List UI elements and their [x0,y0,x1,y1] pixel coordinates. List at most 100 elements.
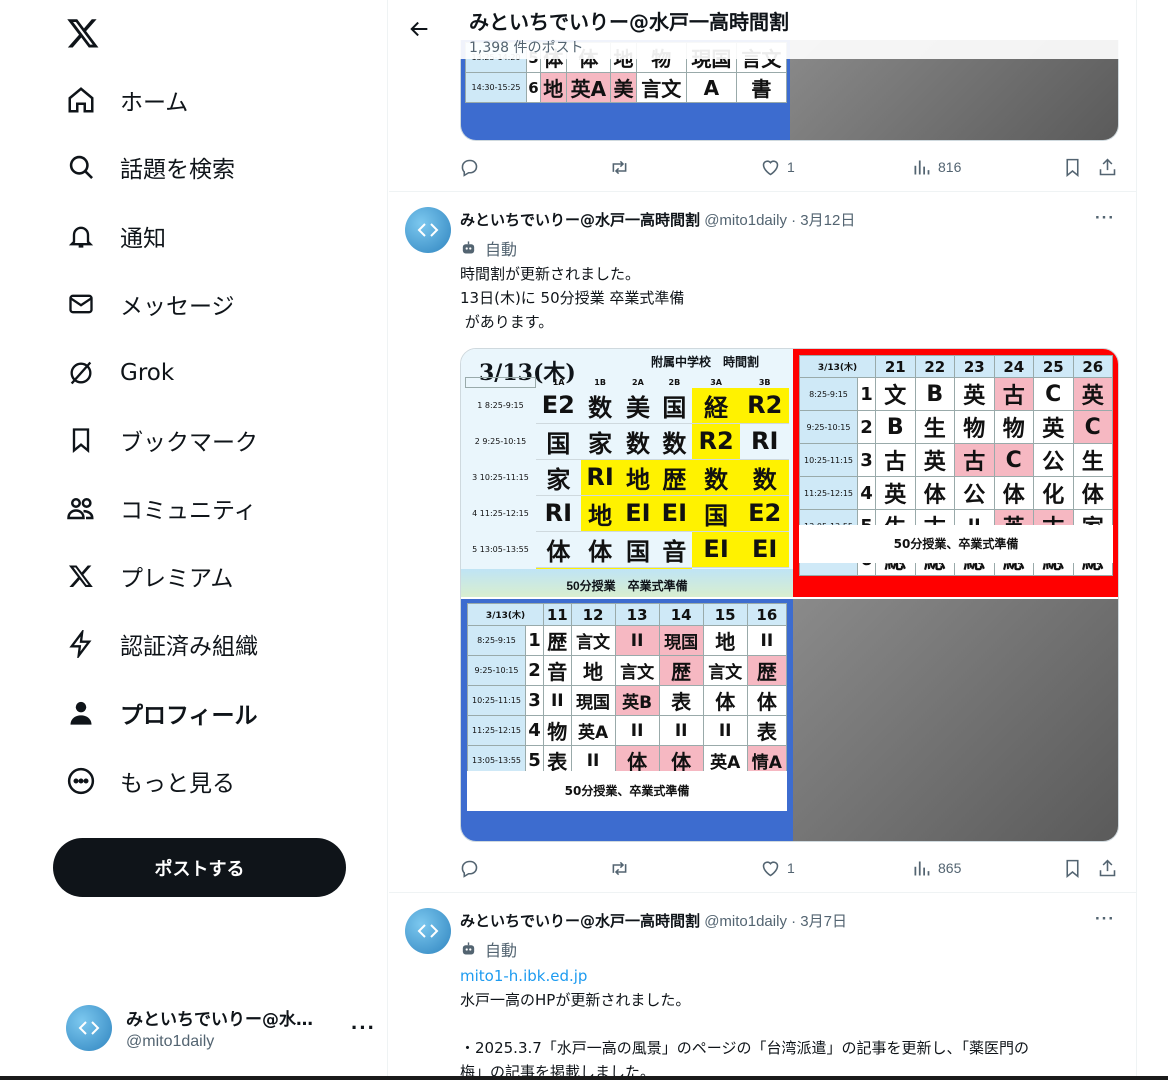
subject-cell: 英 [954,377,995,411]
share-icon [1099,158,1116,175]
table-header-row: 1A 1B 2A 2B 3A 3B [465,377,790,388]
table-header-row: 3/13(木) 11 12 13 14 15 16 [467,603,788,626]
subject-cell: 文 [875,377,916,411]
subject-cell: 古 [875,443,916,477]
time-cell: 11:25-12:15 [799,476,858,510]
bookmark-button[interactable] [1062,152,1083,182]
account-more-icon[interactable]: ··· [351,1015,376,1041]
tweet-date[interactable]: 3月12日 [800,212,855,229]
subject-cell: 歴 [543,625,572,656]
date-cell: 3/13(木) [799,355,876,378]
class-header: 16 [746,603,788,626]
subject-cell: 古 [993,377,1034,411]
back-arrow-icon[interactable] [405,14,435,44]
subject-cell: 体 [581,531,620,568]
analytics-icon [914,861,930,875]
x-logo-icon[interactable] [62,12,104,54]
nav-profile[interactable]: プロフィール [58,687,270,739]
bot-icon [462,240,475,253]
account-switcher[interactable]: みといちでいりー@水… @mito1daily ··· [56,996,376,1060]
repost-button[interactable] [609,853,630,883]
subject-cell: II [658,715,704,746]
subject-cell: E2 [740,495,789,532]
image-placeholder[interactable] [793,599,1118,841]
class-header: 13 [614,603,660,626]
time-cell: 3 10:25-11:15 [472,472,529,482]
reply-button[interactable] [459,152,480,182]
nav-label: メッセージ [120,294,235,320]
subject-cell: 英 [1033,410,1074,444]
bot-icon [462,941,475,954]
like-button[interactable]: 1 [760,152,795,182]
tweet-more-icon[interactable]: ··· [1095,208,1119,228]
subject-cell: EI [656,495,692,532]
nav-home[interactable]: ホーム [58,74,200,126]
image-heading: 附属中学校 時間割 [651,355,760,369]
period-cell: 2 [525,655,544,686]
views-button[interactable]: 865 [911,853,961,883]
subject-cell: 歴 [746,655,788,686]
nav-explore[interactable]: 話題を検索 [58,141,247,193]
subject-cell: 言文 [570,625,616,656]
search-icon [64,150,98,184]
subject-cell: RI [535,495,582,532]
post-button[interactable]: ポストする [53,838,346,897]
subject-cell: 歴 [656,459,692,496]
repost-button[interactable] [609,152,630,182]
time-cell: 8:25-9:15 [799,377,858,411]
views-button[interactable]: 816 [911,152,961,182]
subject-cell: 古 [954,443,995,477]
subject-cell: 英 [1072,377,1113,411]
header-cell [465,377,536,388]
automated-label: 自動 [460,937,517,961]
nav-notifications[interactable]: 通知 [58,210,178,262]
like-button[interactable]: 1 [760,853,795,883]
tweet-link[interactable]: mito1-h.ibk.ed.jp [460,964,1130,988]
tweet-actions: 1 865 [459,853,1121,883]
bookmark-icon [1066,859,1079,878]
time-cell: 14:30-15:25 [464,72,528,103]
tweet-handle[interactable]: @mito1daily [704,913,787,930]
heart-icon [762,159,779,175]
time-cell: 10:25-11:15 [799,443,858,477]
nav-verified-orgs[interactable]: 認証済み組織 [58,618,270,670]
tweet-more-icon[interactable]: ··· [1095,909,1119,929]
subject-cell: R2 [740,387,789,424]
share-button[interactable] [1097,152,1118,182]
tweet-handle[interactable]: @mito1daily [704,212,787,229]
subject-cell: II [543,685,572,716]
reply-button[interactable] [459,853,480,883]
tweet-display-name[interactable]: みといちでいりー@水戸一高時間割 [460,912,700,930]
x-logo-icon [64,559,98,593]
period-cell: 6 [526,72,541,103]
subject-cell: 地 [702,625,748,656]
subject-cell: 生 [914,410,955,444]
subject-cell: 公 [954,476,995,510]
subject-cell: 現国 [658,625,704,656]
share-button[interactable] [1097,853,1118,883]
nav-communities[interactable]: コミュニティ [58,482,269,534]
tweet-display-name[interactable]: みといちでいりー@水戸一高時間割 [460,211,700,229]
nav-bookmarks[interactable]: ブックマーク [58,414,270,466]
scrollbar[interactable] [1152,0,1168,1080]
subject-cell: 体 [914,476,955,510]
nav-messages[interactable]: メッセージ [58,278,247,330]
timetable-image[interactable]: 3/13(木) 11 12 13 14 15 16 8:25-9:15 1 歴言文 II 現国地 II 9… [461,599,793,841]
timetable-image[interactable]: 3/13(木) 附属中学校 時間割 1A 1B 2A 2B 3A 3B 1 8:25-9:1… [461,349,793,597]
nav-grok[interactable]: Grok [58,347,186,399]
time-cell: 11:25-12:15 [467,715,526,746]
tweet-date[interactable]: 3月7日 [800,913,847,930]
timetable-image[interactable]: 3/13(木) 21 22 23 24 25 26 8:25-9:15 1 文 B 英古 C 英 9:25-… [793,349,1118,597]
tweet-media[interactable]: 3/13(木) 附属中学校 時間割 1A 1B 2A 2B 3A 3B 1 8:25-9:1… [460,348,1119,842]
avatar[interactable] [405,908,451,954]
avatar[interactable] [405,207,451,253]
subject-cell: B [914,377,955,411]
nav-more[interactable]: もっと見る [58,755,247,807]
subject-cell: 数 [619,423,657,460]
class-header: 12 [570,603,616,626]
subject-cell: 歴 [658,655,704,686]
nav-premium[interactable]: プレミアム [58,550,245,602]
bookmark-button[interactable] [1062,853,1083,883]
class-header: 15 [702,603,748,626]
class-header: 23 [954,355,995,378]
